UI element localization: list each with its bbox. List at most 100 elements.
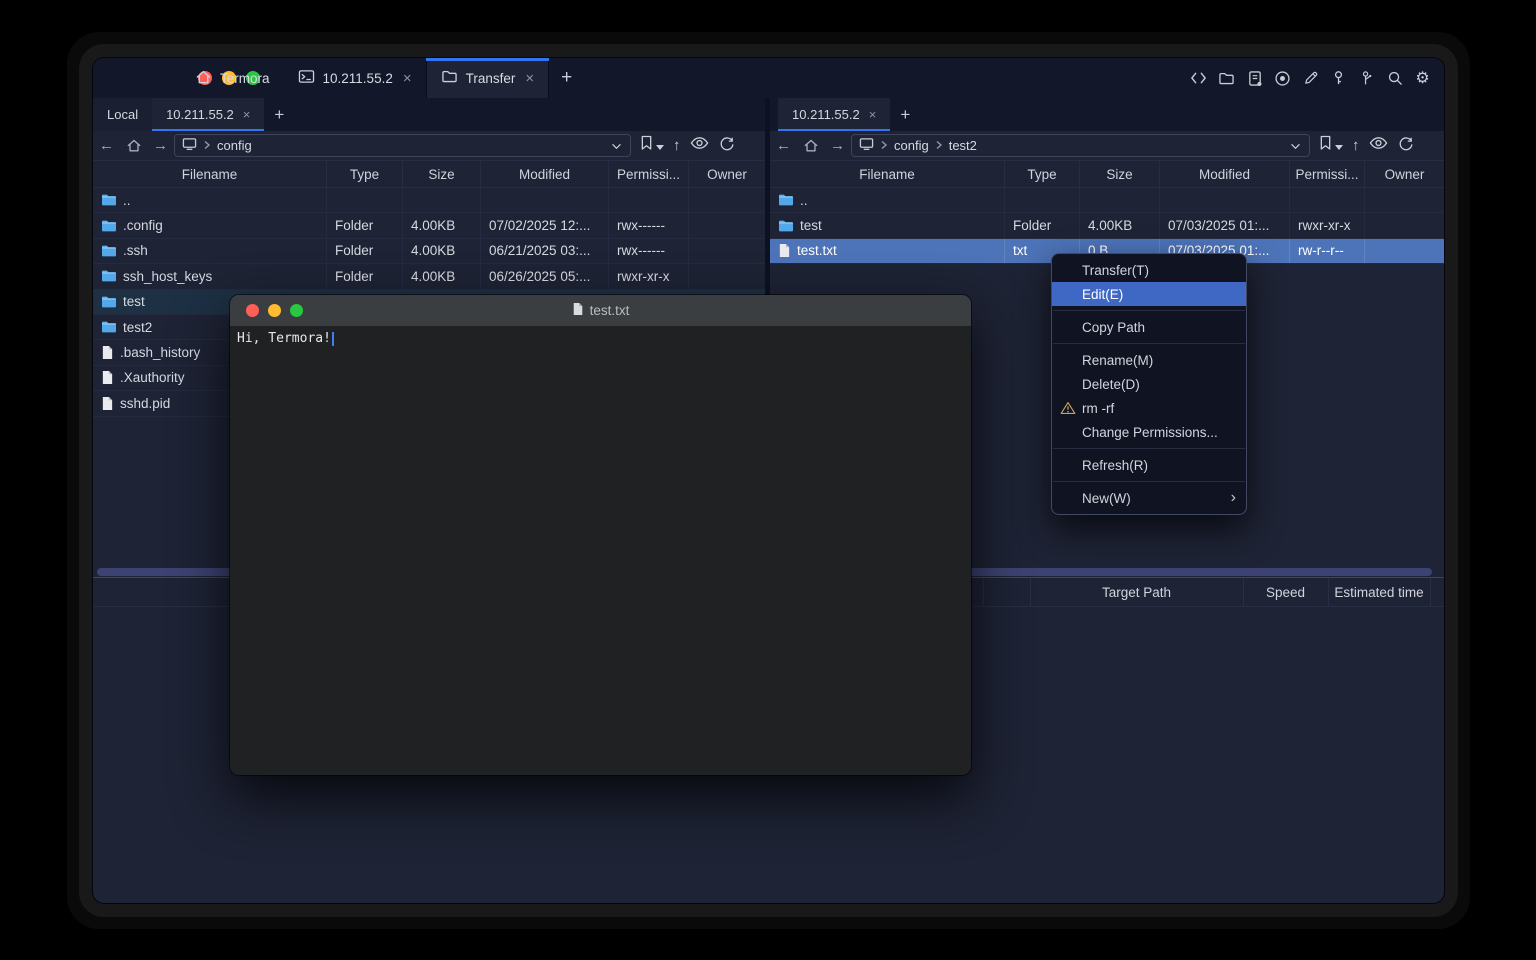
file-row-..[interactable]: ..: [770, 188, 1444, 213]
column-header-type[interactable]: Type: [1005, 161, 1080, 187]
menu-item-label: Refresh(R): [1082, 458, 1148, 473]
file-row-.ssh[interactable]: .sshFolder4.00KB06/21/2025 03:...rwx----…: [93, 239, 765, 264]
column-header-modified[interactable]: Modified: [1160, 161, 1290, 187]
column-target-path[interactable]: Target Path: [1030, 578, 1243, 607]
column-header-permissi-[interactable]: Permissi...: [609, 161, 689, 187]
eye-icon[interactable]: [1369, 136, 1388, 155]
up-directory-icon[interactable]: ↑: [1352, 137, 1360, 154]
close-traffic-light[interactable]: [246, 304, 259, 317]
code-icon[interactable]: [1190, 70, 1207, 87]
bookmark-caret-icon[interactable]: [656, 137, 664, 155]
new-panel-tab-button[interactable]: +: [264, 98, 294, 131]
home-icon[interactable]: [120, 138, 147, 153]
left-path-input[interactable]: config: [174, 134, 631, 157]
cell: 4.00KB: [1080, 213, 1160, 237]
search-icon[interactable]: [1386, 70, 1403, 87]
home-icon[interactable]: [797, 138, 824, 153]
record-icon[interactable]: [1274, 70, 1291, 87]
column-estimated-time[interactable]: Estimated time: [1328, 578, 1430, 607]
menu-item-refresh-r[interactable]: Refresh(R): [1052, 453, 1246, 477]
file-icon: [101, 396, 114, 411]
key-icon[interactable]: [1330, 70, 1347, 87]
bookmark-caret-icon[interactable]: [1335, 137, 1343, 155]
tab-host[interactable]: 10.211.55.2 ×: [284, 58, 426, 98]
cell: [689, 264, 765, 288]
forward-icon[interactable]: →: [147, 137, 174, 154]
bookmark-icon[interactable]: [1319, 135, 1332, 156]
breadcrumb-config[interactable]: config: [217, 138, 252, 153]
tab-remote-host[interactable]: 10.211.55.2 ×: [778, 98, 890, 131]
menu-item-transfer-t[interactable]: Transfer(T): [1052, 258, 1246, 282]
close-tab-icon[interactable]: ×: [403, 70, 412, 87]
pencil-icon[interactable]: [1302, 70, 1319, 87]
computer-icon: [182, 137, 197, 154]
folder-icon[interactable]: [1218, 70, 1235, 87]
bookmark-icon[interactable]: [640, 135, 653, 156]
cell: [609, 188, 689, 212]
tab-transfer[interactable]: Transfer ×: [426, 58, 550, 98]
folder-icon: [778, 193, 794, 207]
column-header-permissi-[interactable]: Permissi...: [1290, 161, 1365, 187]
breadcrumb-config[interactable]: config: [894, 138, 929, 153]
terminal-icon: [298, 69, 315, 87]
chevron-down-icon[interactable]: [611, 138, 622, 153]
log-icon[interactable]: [1246, 70, 1263, 87]
up-directory-icon[interactable]: ↑: [673, 137, 681, 154]
zoom-traffic-light[interactable]: [290, 304, 303, 317]
app-tab-bar: Termora 10.211.55.2 × Transfer × +: [181, 58, 584, 98]
new-tab-button[interactable]: +: [549, 58, 584, 98]
folder-icon: [101, 219, 117, 233]
editor-titlebar: test.txt: [230, 295, 971, 326]
chevron-down-icon[interactable]: [1290, 138, 1301, 153]
close-tab-icon[interactable]: ×: [243, 107, 251, 122]
cell-text: 06/26/2025 05:...: [489, 269, 590, 284]
menu-item-rename-m[interactable]: Rename(M): [1052, 348, 1246, 372]
menu-item-copy-path[interactable]: Copy Path: [1052, 315, 1246, 339]
column-header-size[interactable]: Size: [1080, 161, 1160, 187]
keychain-icon[interactable]: [1358, 70, 1375, 87]
cell-text: sshd.pid: [120, 396, 170, 411]
tab-local[interactable]: Local: [93, 98, 152, 131]
close-tab-icon[interactable]: ×: [525, 70, 534, 87]
forward-icon[interactable]: →: [824, 137, 851, 154]
menu-item-label: Delete(D): [1082, 377, 1140, 392]
close-tab-icon[interactable]: ×: [869, 107, 877, 122]
file-row-.config[interactable]: .configFolder4.00KB07/02/2025 12:...rwx-…: [93, 213, 765, 238]
column-header-filename[interactable]: Filename: [770, 161, 1005, 187]
cell: rw-r--r--: [1290, 239, 1365, 263]
cell: Folder: [327, 213, 403, 237]
menu-item-new-w[interactable]: New(W)›: [1052, 486, 1246, 510]
column-speed[interactable]: Speed: [1243, 578, 1328, 607]
settings-icon[interactable]: ⚙: [1414, 70, 1431, 87]
tab-remote-host[interactable]: 10.211.55.2 ×: [152, 98, 264, 131]
cell: [689, 213, 765, 237]
menu-item-edit-e[interactable]: Edit(E): [1052, 282, 1246, 306]
column-header-filename[interactable]: Filename: [93, 161, 327, 187]
eye-icon[interactable]: [690, 136, 709, 155]
text-cursor: [332, 332, 334, 346]
breadcrumb-test2[interactable]: test2: [949, 138, 977, 153]
menu-item-change-permissions[interactable]: Change Permissions...: [1052, 420, 1246, 444]
new-panel-tab-button[interactable]: +: [890, 98, 920, 131]
folder-icon: [101, 320, 117, 334]
menu-item-rm-rf[interactable]: rm -rf: [1052, 396, 1246, 420]
back-icon[interactable]: ←: [770, 137, 797, 154]
cell: [1365, 188, 1444, 212]
back-icon[interactable]: ←: [93, 137, 120, 154]
column-header-type[interactable]: Type: [327, 161, 403, 187]
column-header-owner[interactable]: Owner: [689, 161, 765, 187]
refresh-icon[interactable]: [1397, 135, 1414, 157]
refresh-icon[interactable]: [718, 135, 735, 157]
menu-item-delete-d[interactable]: Delete(D): [1052, 372, 1246, 396]
right-path-input[interactable]: config test2: [851, 134, 1310, 157]
editor-content[interactable]: Hi, Termora!: [230, 326, 971, 775]
tab-termora[interactable]: Termora: [181, 58, 284, 98]
column-header-owner[interactable]: Owner: [1365, 161, 1444, 187]
column-header-modified[interactable]: Modified: [481, 161, 609, 187]
column-header-size[interactable]: Size: [403, 161, 481, 187]
minimize-traffic-light[interactable]: [268, 304, 281, 317]
cell-text: test: [800, 218, 822, 233]
file-row-..[interactable]: ..: [93, 188, 765, 213]
file-row-ssh_host_keys[interactable]: ssh_host_keysFolder4.00KB06/26/2025 05:.…: [93, 264, 765, 289]
file-row-test[interactable]: testFolder4.00KB07/03/2025 01:...rwxr-xr…: [770, 213, 1444, 238]
